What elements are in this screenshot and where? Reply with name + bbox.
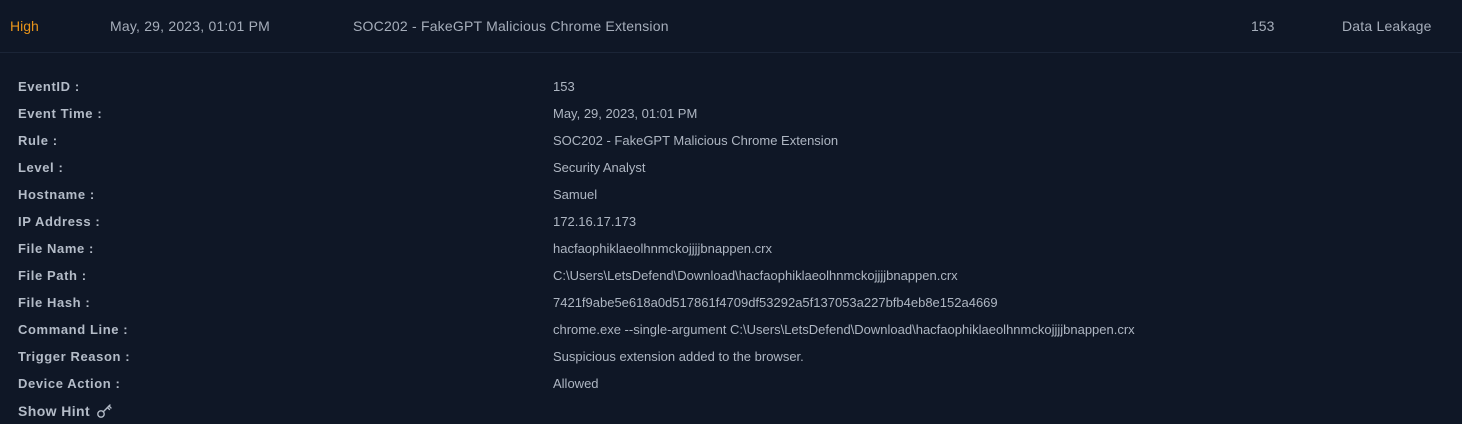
detail-value: Samuel — [553, 187, 598, 202]
detail-value: Suspicious extension added to the browse… — [553, 349, 804, 364]
detail-label: IP Address : — [18, 214, 101, 229]
show-hint-label: Show Hint — [18, 403, 91, 419]
show-hint-button[interactable]: Show Hint — [18, 402, 114, 420]
detail-label: Trigger Reason : — [18, 349, 131, 364]
detail-label: Device Action : — [18, 376, 121, 391]
detail-row-file-path: File Path : C:\Users\LetsDefend\Download… — [0, 268, 1462, 295]
detail-value: hacfaophiklaeolhnmckojjjjbnappen.crx — [553, 241, 772, 256]
detail-row-ip-address: IP Address : 172.16.17.173 — [0, 214, 1462, 241]
detail-label: Command Line : — [18, 322, 129, 337]
detail-value: 153 — [553, 79, 575, 94]
detail-value: SOC202 - FakeGPT Malicious Chrome Extens… — [553, 133, 839, 148]
detail-label: Event Time : — [18, 106, 103, 121]
detail-row-rule: Rule : SOC202 - FakeGPT Malicious Chrome… — [0, 133, 1462, 160]
detail-label: EventID : — [18, 79, 80, 94]
alert-event-id: 153 — [1251, 18, 1275, 34]
detail-row-level: Level : Security Analyst — [0, 160, 1462, 187]
detail-label: Level : — [18, 160, 64, 175]
detail-value: May, 29, 2023, 01:01 PM — [553, 106, 698, 121]
detail-row-hostname: Hostname : Samuel — [0, 187, 1462, 214]
detail-row-device-action: Device Action : Allowed — [0, 376, 1462, 403]
detail-label: Rule : — [18, 133, 58, 148]
detail-row-file-hash: File Hash : 7421f9abe5e618a0d517861f4709… — [0, 295, 1462, 322]
detail-label: File Hash : — [18, 295, 91, 310]
key-icon — [96, 403, 114, 419]
alert-details-panel: EventID : 153 Event Time : May, 29, 2023… — [0, 53, 1462, 424]
alert-row[interactable]: High May, 29, 2023, 01:01 PM SOC202 - Fa… — [0, 0, 1462, 53]
alert-level: High — [10, 18, 39, 34]
alert-time: May, 29, 2023, 01:01 PM — [110, 18, 270, 34]
detail-value: Allowed — [553, 376, 599, 391]
alert-type: Data Leakage — [1342, 18, 1432, 34]
detail-row-event-id: EventID : 153 — [0, 79, 1462, 106]
detail-value: 7421f9abe5e618a0d517861f4709df53292a5f13… — [553, 295, 998, 310]
detail-row-file-name: File Name : hacfaophiklaeolhnmckojjjjbna… — [0, 241, 1462, 268]
alert-rule: SOC202 - FakeGPT Malicious Chrome Extens… — [353, 18, 669, 34]
detail-label: Hostname : — [18, 187, 95, 202]
detail-label: File Path : — [18, 268, 87, 283]
detail-row-command-line: Command Line : chrome.exe --single-argum… — [0, 322, 1462, 349]
detail-row-trigger-reason: Trigger Reason : Suspicious extension ad… — [0, 349, 1462, 376]
detail-value: Security Analyst — [553, 160, 646, 175]
detail-row-event-time: Event Time : May, 29, 2023, 01:01 PM — [0, 106, 1462, 133]
detail-value: C:\Users\LetsDefend\Download\hacfaophikl… — [553, 268, 958, 283]
detail-value: chrome.exe --single-argument C:\Users\Le… — [553, 322, 1135, 337]
detail-label: File Name : — [18, 241, 94, 256]
detail-value: 172.16.17.173 — [553, 214, 637, 229]
